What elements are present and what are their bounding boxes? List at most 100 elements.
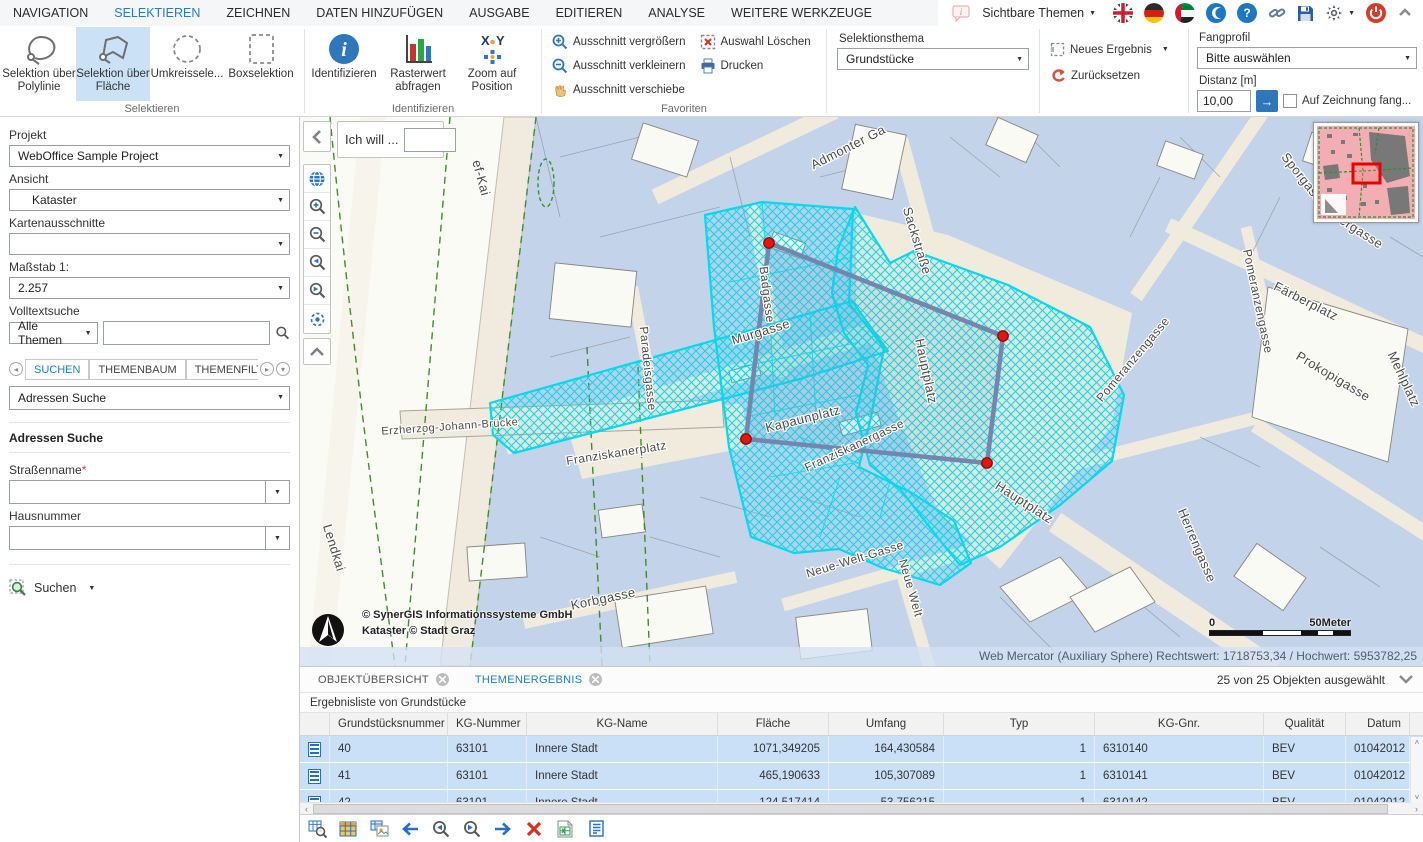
- map-canvas[interactable]: ef-KaiLendkaiAdmonter GaSporgasseSackstr…: [300, 117, 1423, 666]
- previous-extent-button[interactable]: [304, 249, 330, 277]
- menu-tab-zeichnen[interactable]: ZEICHNEN: [213, 0, 303, 26]
- collapse-ribbon-icon[interactable]: [1397, 5, 1413, 21]
- help-icon[interactable]: ?: [1237, 3, 1257, 23]
- map-viewport[interactable]: ef-KaiLendkaiAdmonter GaSporgasseSackstr…: [300, 117, 1423, 666]
- ich-will-input[interactable]: [404, 128, 456, 152]
- suchen-button[interactable]: Suchen ▼: [9, 564, 290, 597]
- clear-selection-button[interactable]: Auswahl Löschen: [700, 34, 811, 50]
- collapse-sidebar-button[interactable]: [303, 121, 331, 152]
- fangprofil-select[interactable]: Bitte auswählen ▼: [1197, 47, 1417, 69]
- menu-tab-ausgabe[interactable]: AUSGABE: [456, 0, 542, 26]
- apply-distance-button[interactable]: →: [1256, 90, 1278, 112]
- column-header[interactable]: Typ: [944, 713, 1095, 735]
- tab-themenergebnis[interactable]: THEMENERGEBNIS: [475, 673, 603, 686]
- zoom-next-record-button[interactable]: [460, 817, 484, 841]
- next-record-button[interactable]: [491, 817, 515, 841]
- menu-tab-editieren[interactable]: EDITIEREN: [543, 0, 636, 26]
- collapse-map-toolbar-button[interactable]: [303, 338, 331, 365]
- report-button[interactable]: [584, 817, 608, 841]
- snap-drawing-checkbox[interactable]: [1283, 94, 1297, 108]
- moon-icon[interactable]: [1206, 3, 1226, 23]
- tab-themenbaum[interactable]: THEMENBAUM: [89, 359, 185, 380]
- column-header[interactable]: Fläche: [718, 713, 829, 735]
- zoom-in-button[interactable]: [304, 193, 330, 221]
- scrollbar-thumb[interactable]: [313, 804, 1388, 814]
- volltext-search-input[interactable]: [103, 321, 270, 345]
- column-header[interactable]: Datum: [1346, 713, 1410, 735]
- record-details-icon[interactable]: [308, 742, 321, 757]
- projekt-select[interactable]: WebOffice Sample Project ▼: [9, 145, 290, 167]
- tabs-scroll-left-icon[interactable]: ◂: [9, 362, 23, 376]
- scroll-up-icon[interactable]: ˄: [1415, 738, 1420, 747]
- strassenname-input[interactable]: [9, 480, 265, 504]
- export-excel-button[interactable]: [553, 817, 577, 841]
- center-position-button[interactable]: [304, 305, 330, 333]
- volltext-scope-select[interactable]: Alle Themen ▼: [9, 322, 98, 344]
- save-icon[interactable]: [1297, 5, 1314, 22]
- ansicht-select[interactable]: Kataster ▼: [9, 189, 290, 211]
- menu-tab-analyse[interactable]: ANALYSE: [635, 0, 718, 26]
- column-header[interactable]: Umfang: [829, 713, 944, 735]
- tab-themenfilter[interactable]: THEMENFILTER: [186, 359, 258, 380]
- menu-tab-weitere-werkzeuge[interactable]: WEITERE WERKZEUGE: [718, 0, 885, 26]
- hausnummer-input[interactable]: [9, 526, 265, 550]
- kartenausschnitte-select[interactable]: ▼: [9, 233, 290, 255]
- delete-result-button[interactable]: [522, 817, 546, 841]
- overview-map[interactable]: [1313, 122, 1419, 223]
- next-extent-button[interactable]: [304, 277, 330, 305]
- power-icon[interactable]: [1366, 3, 1386, 23]
- column-header[interactable]: Qualität: [1264, 713, 1346, 735]
- record-details-icon[interactable]: [308, 769, 321, 784]
- zoom-previous-record-button[interactable]: [429, 817, 453, 841]
- identify-button[interactable]: i Identifizieren: [307, 27, 381, 101]
- column-header[interactable]: KG-Nummer: [448, 713, 527, 735]
- zoom-out-button[interactable]: [304, 221, 330, 249]
- tab-suchen[interactable]: SUCHEN: [25, 359, 89, 380]
- flag-de-icon[interactable]: [1144, 3, 1164, 23]
- link-icon[interactable]: [1268, 4, 1286, 22]
- hausnummer-dropdown-button[interactable]: ▼: [265, 526, 290, 550]
- reset-button[interactable]: Zurücksetzen: [1050, 68, 1188, 83]
- select-polyline-button[interactable]: Selektion über Polylinie: [2, 27, 76, 101]
- distanz-input[interactable]: [1197, 90, 1251, 112]
- flag-uae-icon[interactable]: [1175, 3, 1195, 23]
- zoom-to-position-button[interactable]: X Y Zoom auf Position: [455, 27, 529, 101]
- zoom-to-record-button[interactable]: [305, 817, 329, 841]
- scroll-down-icon[interactable]: ˅: [1415, 793, 1420, 802]
- search-icon[interactable]: [275, 322, 290, 344]
- raster-query-button[interactable]: Rasterwert abfragen: [381, 27, 455, 101]
- table-row[interactable]: 4263101Innere Stadt124,51741453,75621516…: [300, 790, 1423, 802]
- select-box-button[interactable]: Boxselektion: [224, 27, 298, 101]
- previous-record-button[interactable]: [398, 817, 422, 841]
- tab-objektuebersicht[interactable]: OBJEKTÜBERSICHT: [318, 673, 449, 686]
- tabs-more-icon[interactable]: ▾: [276, 362, 290, 376]
- select-area-button[interactable]: Selektion über Fläche: [76, 27, 150, 101]
- close-icon[interactable]: [589, 673, 602, 686]
- print-button[interactable]: Drucken: [700, 58, 811, 74]
- search-type-select[interactable]: Adressen Suche ▼: [9, 386, 290, 410]
- extent-pan-button[interactable]: Ausschnitt verschiebe: [552, 82, 686, 98]
- column-header[interactable]: KG-Name: [527, 713, 718, 735]
- column-header[interactable]: KG-Gnr.: [1095, 713, 1264, 735]
- extent-zoom-out-button[interactable]: Ausschnitt verkleinern: [552, 58, 686, 74]
- settings-dropdown[interactable]: ▼: [1325, 4, 1355, 22]
- table-row[interactable]: 4063101Innere Stadt1071,349205164,430584…: [300, 736, 1423, 763]
- overview-extent-rect[interactable]: [1353, 164, 1380, 183]
- menu-tab-selektieren[interactable]: SELEKTIEREN: [101, 0, 213, 26]
- menu-tab-navigation[interactable]: NAVIGATION: [0, 0, 101, 26]
- visible-themes-dropdown[interactable]: Sichtbare Themen ▼: [982, 6, 1096, 20]
- vertical-scrollbar[interactable]: ˄ ˅: [1410, 737, 1423, 803]
- close-icon[interactable]: [436, 673, 449, 686]
- menu-tab-daten-hinzufügen[interactable]: DATEN HINZUFÜGEN: [303, 0, 456, 26]
- table-row[interactable]: 4163101Innere Stadt465,190633105,3070891…: [300, 763, 1423, 790]
- massstab-select[interactable]: 2.257 ▼: [9, 277, 290, 299]
- tabs-scroll-right-icon[interactable]: ▸: [260, 362, 274, 376]
- select-circle-button[interactable]: Umkreissele...: [150, 27, 224, 101]
- column-header[interactable]: Grundstücksnummer ▾: [330, 713, 448, 735]
- selektionsthema-select[interactable]: Grundstücke ▼: [837, 48, 1029, 70]
- table-view-button[interactable]: [336, 817, 360, 841]
- copy-view-button[interactable]: [367, 817, 391, 841]
- collapse-panel-icon[interactable]: [1399, 675, 1413, 684]
- strassenname-dropdown-button[interactable]: ▼: [265, 480, 290, 504]
- info-bubble-icon[interactable]: i: [952, 5, 971, 22]
